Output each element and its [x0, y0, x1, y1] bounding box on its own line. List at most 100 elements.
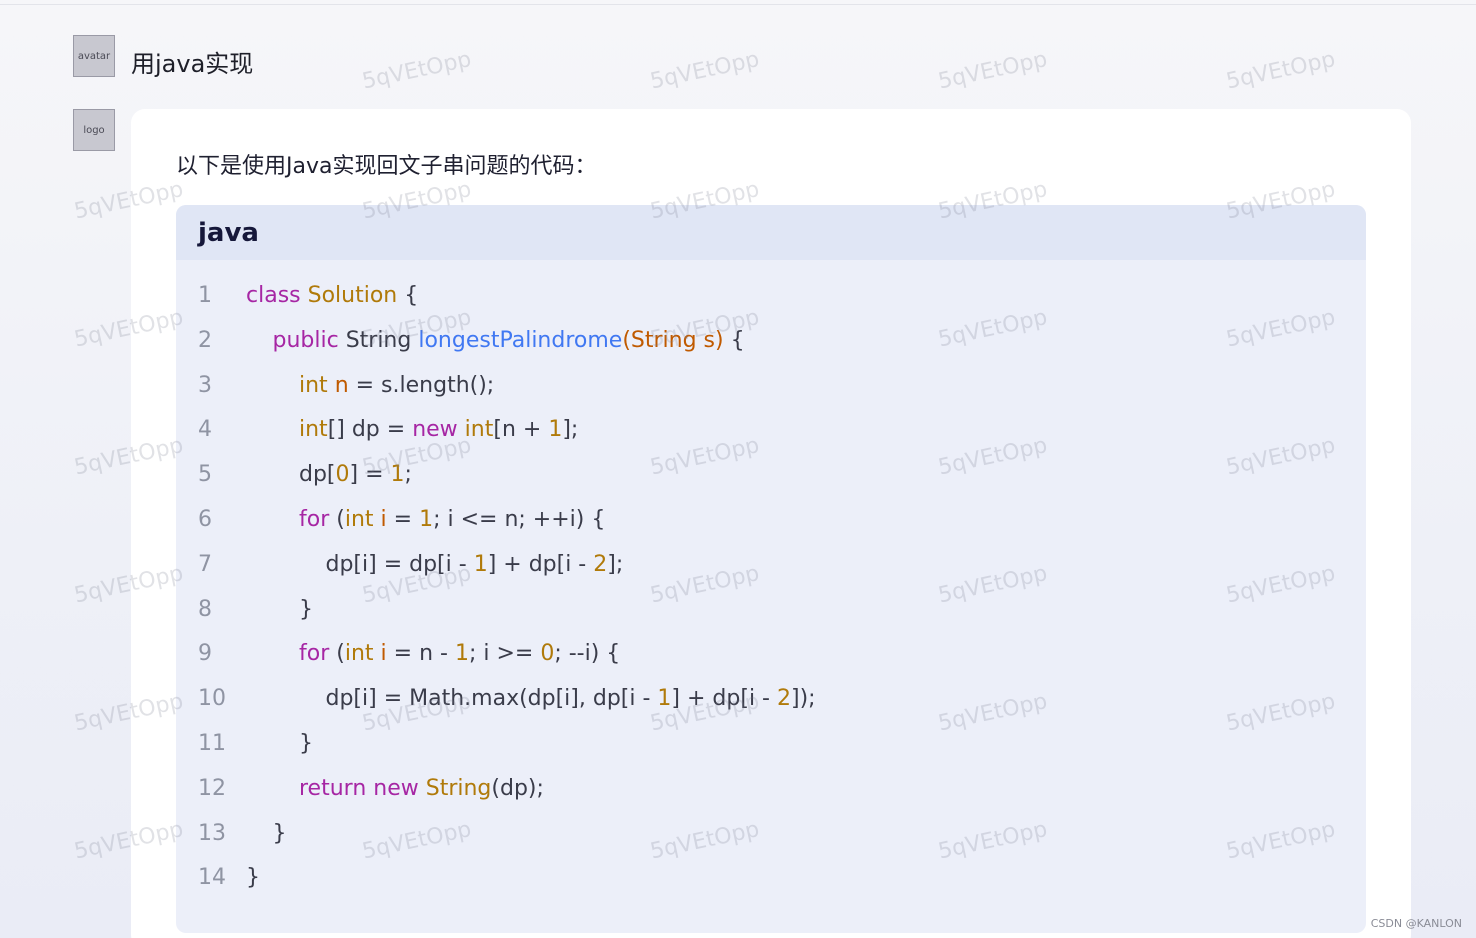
code-token: { — [397, 283, 419, 308]
code-text: public String longestPalindrome(String s… — [273, 328, 745, 353]
user-message: 用java实现 — [131, 50, 254, 78]
code-line: 1 class Solution { — [176, 283, 1366, 327]
code-token: for — [299, 507, 337, 532]
code-token: } — [299, 596, 313, 622]
code-token: int — [344, 641, 381, 667]
code-text: class Solution { — [246, 283, 418, 308]
code-token: = — [386, 507, 420, 532]
line-number: 3 — [198, 372, 212, 398]
code-text: } — [246, 865, 260, 890]
code-text: int[] dp = new int[n + 1]; — [299, 417, 578, 442]
line-number: 6 — [198, 507, 212, 532]
code-token: } — [272, 820, 287, 846]
code-token: dp[i] = Math.max(dp[i], dp[i - — [325, 686, 658, 712]
code-token: 1 — [657, 686, 672, 712]
code-line: 3 int n = s.length(); — [176, 373, 1366, 417]
code-token: [] dp = — [327, 417, 413, 443]
code-text: dp[0] = 1; — [299, 462, 412, 487]
code-token: Solution — [307, 283, 398, 308]
code-token: ( — [336, 507, 345, 532]
line-number: 2 — [198, 327, 212, 353]
code-token: } — [299, 731, 313, 756]
code-line: 9 for (int i = n - 1; i >= 0; --i) { — [176, 641, 1366, 685]
code-language-label: java — [198, 217, 259, 248]
code-token: ] + dp[i - — [487, 551, 594, 577]
code-token: for — [299, 641, 337, 667]
code-text: int n = s.length(); — [299, 373, 494, 398]
line-number: 13 — [198, 820, 226, 846]
code-block-header: java — [176, 205, 1366, 260]
code-token: 2 — [776, 686, 791, 712]
code-token: = s.length(); — [348, 372, 495, 398]
code-text: } — [299, 597, 313, 622]
code-line: 8} — [176, 597, 1366, 641]
code-token: new — [373, 775, 426, 801]
code-text: for (int i = n - 1; i >= 0; --i) { — [299, 641, 620, 666]
code-token: dp[i] = dp[i - — [325, 551, 474, 577]
code-token: ]; — [607, 551, 624, 577]
line-number: 11 — [198, 731, 226, 756]
code-token: (dp); — [491, 775, 544, 801]
code-block[interactable]: java 1 class Solution {2 public String lon… — [176, 205, 1366, 933]
code-token: (String s) — [622, 327, 724, 353]
code-token: [n + — [493, 417, 549, 443]
code-token: int — [299, 372, 335, 398]
code-text: } — [299, 731, 313, 756]
code-token: int — [299, 417, 328, 443]
code-token: 0 — [335, 462, 350, 488]
code-line: 6 for (int i = 1; i <= n; ++i) { — [176, 507, 1366, 551]
line-number: 7 — [198, 551, 212, 577]
assistant-intro-text: 以下是使用Java实现回文子串问题的代码： — [176, 154, 597, 179]
code-line: 14} — [176, 865, 1366, 909]
code-token: int — [344, 507, 381, 532]
watermark: 5qVEtOpp — [1224, 46, 1338, 95]
code-token: ; i >= — [468, 641, 541, 667]
code-token: new — [412, 417, 465, 443]
line-number: 9 — [198, 641, 212, 667]
code-line: 7 dp[i] = dp[i - 1] + dp[i - 2]; — [176, 552, 1366, 596]
line-number: 12 — [198, 775, 226, 801]
assistant-avatar: logo — [73, 109, 115, 151]
code-text: for (int i = 1; i <= n; ++i) { — [299, 507, 605, 532]
line-number: 8 — [198, 596, 212, 622]
code-token: n — [334, 372, 349, 398]
line-number: 10 — [198, 686, 226, 712]
code-line: 11} — [176, 731, 1366, 775]
user-avatar: avatar — [73, 35, 115, 77]
code-token: ( — [336, 641, 345, 667]
code-token: ; --i) { — [554, 641, 621, 667]
code-text: dp[i] = Math.max(dp[i], dp[i - 1] + dp[i… — [326, 686, 816, 711]
top-divider — [0, 4, 1476, 5]
code-token: longestPalindrome — [418, 327, 623, 353]
code-token: { — [723, 327, 745, 353]
code-token: ; — [404, 462, 412, 488]
code-token: 1 — [419, 507, 434, 532]
code-token: class — [246, 283, 308, 308]
code-token: ] + dp[i - — [671, 686, 777, 712]
code-token: 1 — [548, 417, 563, 443]
code-token: 1 — [454, 641, 469, 667]
code-token: String — [425, 775, 492, 801]
watermark: 5qVEtOpp — [936, 46, 1050, 95]
code-token: ]; — [562, 417, 579, 443]
code-line: 10 dp[i] = Math.max(dp[i], dp[i - 1] + dp… — [176, 686, 1366, 730]
code-token: String — [345, 327, 419, 353]
line-number: 14 — [198, 865, 226, 891]
code-token: = n - — [386, 641, 455, 667]
code-token: 0 — [540, 641, 555, 667]
credit-text: CSDN @KANLON — [1370, 917, 1462, 930]
code-token: public — [272, 327, 346, 353]
code-token: ]); — [790, 686, 816, 712]
watermark: 5qVEtOpp — [648, 46, 762, 95]
code-text: } — [273, 821, 287, 846]
code-line: 12 return new String(dp); — [176, 776, 1366, 820]
code-line: 4 int[] dp = new int[n + 1]; — [176, 417, 1366, 461]
line-number: 4 — [198, 417, 212, 443]
code-token: 1 — [473, 551, 488, 577]
code-text: dp[i] = dp[i - 1] + dp[i - 2]; — [326, 552, 624, 577]
code-token: int — [464, 417, 494, 443]
code-token: 2 — [593, 551, 608, 577]
code-token: dp[ — [299, 462, 336, 488]
code-token: return — [299, 775, 374, 801]
code-token: } — [246, 865, 260, 891]
